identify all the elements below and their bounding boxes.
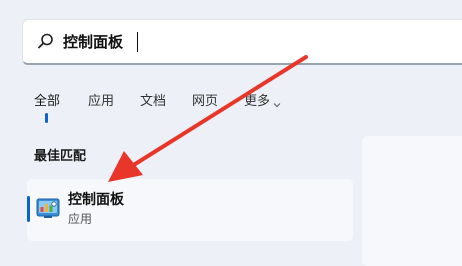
preview-panel xyxy=(362,136,462,266)
tab-all[interactable]: 全部 xyxy=(34,92,60,112)
tab-documents[interactable]: 文档 xyxy=(140,92,166,112)
search-box[interactable]: 控制面板 xyxy=(22,19,462,65)
result-title: 控制面板 xyxy=(68,192,124,208)
search-icon xyxy=(37,32,55,50)
tab-more[interactable]: 更多 xyxy=(244,92,282,112)
tab-web[interactable]: 网页 xyxy=(192,92,218,112)
active-tab-indicator xyxy=(45,113,48,123)
search-input[interactable]: 控制面板 xyxy=(63,32,123,52)
tab-apps[interactable]: 应用 xyxy=(88,92,114,112)
chevron-down-icon xyxy=(272,97,282,107)
tab-more-label: 更多 xyxy=(244,94,271,109)
control-panel-icon xyxy=(36,196,60,220)
text-caret xyxy=(137,32,138,52)
result-subtitle: 应用 xyxy=(68,212,93,226)
section-title-best-match: 最佳匹配 xyxy=(34,149,87,164)
selection-indicator xyxy=(27,196,30,222)
